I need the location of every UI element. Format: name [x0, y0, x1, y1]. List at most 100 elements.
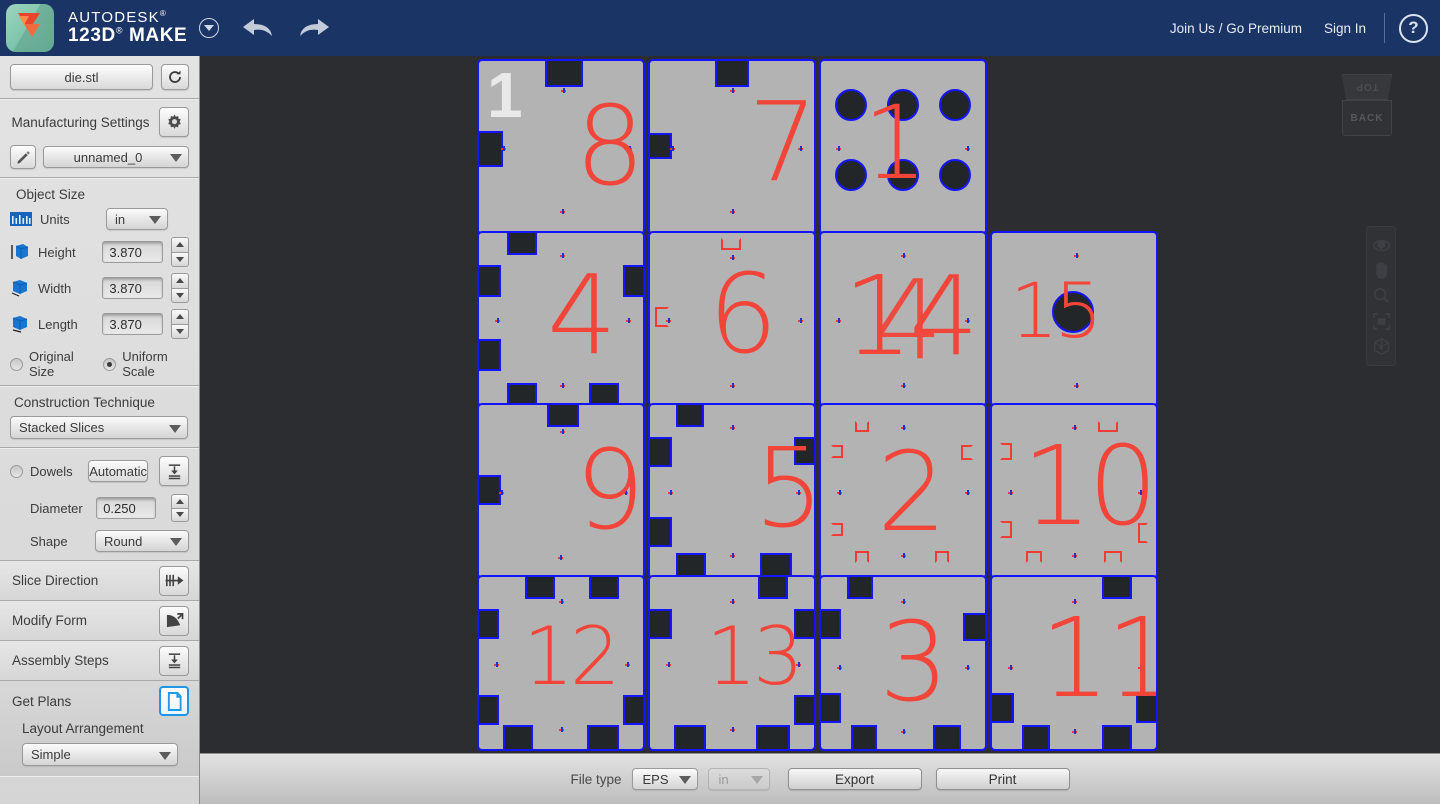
home-cube-icon[interactable] — [1370, 335, 1392, 357]
notch — [794, 695, 814, 725]
brand-title: AUTODESK® 123D® MAKE — [68, 9, 188, 46]
sidebar-item-assembly-steps[interactable]: Assembly Steps — [0, 641, 199, 681]
alignment-mark — [796, 490, 801, 495]
orbit-icon[interactable] — [1370, 235, 1392, 257]
plan-panel-1[interactable]: 1 — [819, 59, 987, 235]
sign-in-link[interactable]: Sign In — [1324, 21, 1366, 36]
dowels-radio[interactable] — [10, 464, 23, 478]
plan-panel-10[interactable]: 10 — [990, 403, 1158, 579]
view-cube-front-face[interactable]: BACK — [1342, 100, 1392, 136]
profile-dropdown[interactable]: unnamed_0 — [43, 146, 189, 168]
print-button[interactable]: Print — [935, 768, 1070, 790]
alignment-mark — [901, 599, 906, 604]
slice-direction-label: Slice Direction — [12, 573, 99, 588]
units-dropdown[interactable]: in — [106, 208, 168, 230]
sidebar-item-modify-form[interactable]: Modify Form — [0, 601, 199, 641]
chevron-down-icon[interactable] — [199, 18, 220, 38]
plan-panel-13[interactable]: 13 — [648, 575, 816, 751]
diameter-stepper[interactable] — [171, 494, 189, 522]
autodesk-logo-icon[interactable] — [6, 4, 54, 52]
notch — [479, 695, 499, 725]
registration-mark — [1026, 551, 1042, 563]
left-sidebar: die.stl Manufacturing Settings unnamed_0… — [0, 56, 200, 804]
notch — [479, 265, 501, 297]
alignment-mark — [965, 318, 970, 323]
panel-label: 14 — [843, 252, 979, 380]
reload-icon[interactable] — [161, 64, 189, 90]
help-icon[interactable]: ? — [1399, 13, 1428, 43]
profile-value: unnamed_0 — [73, 149, 143, 165]
notch — [758, 577, 788, 599]
alignment-mark — [901, 383, 906, 388]
width-stepper[interactable] — [171, 273, 189, 303]
plan-panel-8[interactable]: 1 8 — [477, 59, 645, 235]
plan-panel-3[interactable]: 3 — [819, 575, 987, 751]
plan-panel-15[interactable]: 15 — [990, 231, 1158, 407]
export-units-value: in — [718, 771, 729, 787]
dowels-settings-icon[interactable] — [159, 456, 189, 486]
dowel-hole — [939, 89, 971, 121]
notch — [623, 265, 643, 297]
alignment-mark — [1072, 599, 1077, 604]
redo-icon[interactable] — [297, 15, 331, 41]
panel-label: 13 — [706, 610, 804, 703]
file-name-button[interactable]: die.stl — [10, 64, 153, 90]
gear-icon[interactable] — [159, 107, 189, 137]
notch — [650, 517, 672, 547]
plans-canvas[interactable]: 1 8 7 1 4 6 14 4 15 9 5 2 10 12 13 3 1 T… — [200, 56, 1440, 753]
plan-panel-4[interactable]: 4 — [477, 231, 645, 407]
get-plans-icon[interactable] — [159, 686, 189, 716]
plan-panel-12[interactable]: 12 — [477, 575, 645, 751]
alignment-mark — [559, 727, 564, 732]
view-cube-top-face[interactable]: TOP — [1342, 74, 1392, 100]
export-toolbar: File type EPS in Export Print — [200, 753, 1440, 804]
alignment-mark — [560, 429, 565, 434]
original-size-radio[interactable] — [10, 357, 23, 371]
undo-icon[interactable] — [241, 15, 275, 41]
export-button[interactable]: Export — [787, 768, 922, 790]
panel-label: 6 — [708, 250, 778, 378]
uniform-scale-radio[interactable] — [103, 357, 117, 371]
modify-form-icon[interactable] — [159, 605, 189, 636]
zoom-icon[interactable] — [1370, 285, 1392, 307]
plan-panel-5[interactable]: 5 — [648, 403, 816, 579]
height-field[interactable]: 3.870 — [102, 241, 163, 263]
length-stepper[interactable] — [171, 309, 189, 339]
diameter-field[interactable]: 0.250 — [96, 497, 156, 519]
width-field[interactable]: 3.870 — [102, 277, 163, 299]
plan-panel-6[interactable]: 6 — [648, 231, 816, 407]
layout-arrangement-dropdown[interactable]: Simple — [22, 743, 178, 766]
shape-dropdown[interactable]: Round — [95, 530, 189, 552]
sidebar-item-slice-direction[interactable]: Slice Direction — [0, 561, 199, 601]
slice-direction-icon[interactable] — [159, 565, 189, 596]
export-units-dropdown[interactable]: in — [707, 768, 770, 790]
assembly-steps-label: Assembly Steps — [12, 653, 109, 668]
registration-mark — [655, 307, 669, 327]
join-premium-link[interactable]: Join Us / Go Premium — [1170, 21, 1302, 36]
view-cube[interactable]: TOP BACK — [1336, 74, 1398, 136]
plan-panel-14[interactable]: 14 4 — [819, 231, 987, 407]
height-stepper[interactable] — [171, 237, 189, 267]
fit-to-view-icon[interactable] — [1370, 310, 1392, 332]
alignment-mark — [1008, 490, 1013, 495]
plan-panel-11[interactable]: 11 — [990, 575, 1158, 751]
plan-panel-7[interactable]: 7 — [648, 59, 816, 235]
alignment-mark — [668, 490, 673, 495]
plan-panel-2[interactable]: 2 — [819, 403, 987, 579]
rename-pencil-icon[interactable] — [10, 145, 36, 169]
construction-technique-dropdown[interactable]: Stacked Slices — [10, 416, 188, 439]
file-type-dropdown[interactable]: EPS — [631, 768, 698, 790]
pan-hand-icon[interactable] — [1370, 260, 1392, 282]
plan-panel-9[interactable]: 9 — [477, 403, 645, 579]
construction-technique-value: Stacked Slices — [19, 420, 105, 435]
diameter-label: Diameter — [30, 500, 83, 516]
units-label: Units — [40, 211, 70, 227]
notch — [479, 339, 501, 371]
dowels-automatic-button[interactable]: Automatic — [88, 460, 148, 482]
panel-label-overlay: 4 — [873, 256, 943, 384]
assembly-steps-icon[interactable] — [159, 645, 189, 676]
brand-line1: AUTODESK — [68, 9, 160, 27]
alignment-mark — [1138, 490, 1143, 495]
dowel-hole — [939, 159, 971, 191]
length-field[interactable]: 3.870 — [102, 313, 163, 335]
